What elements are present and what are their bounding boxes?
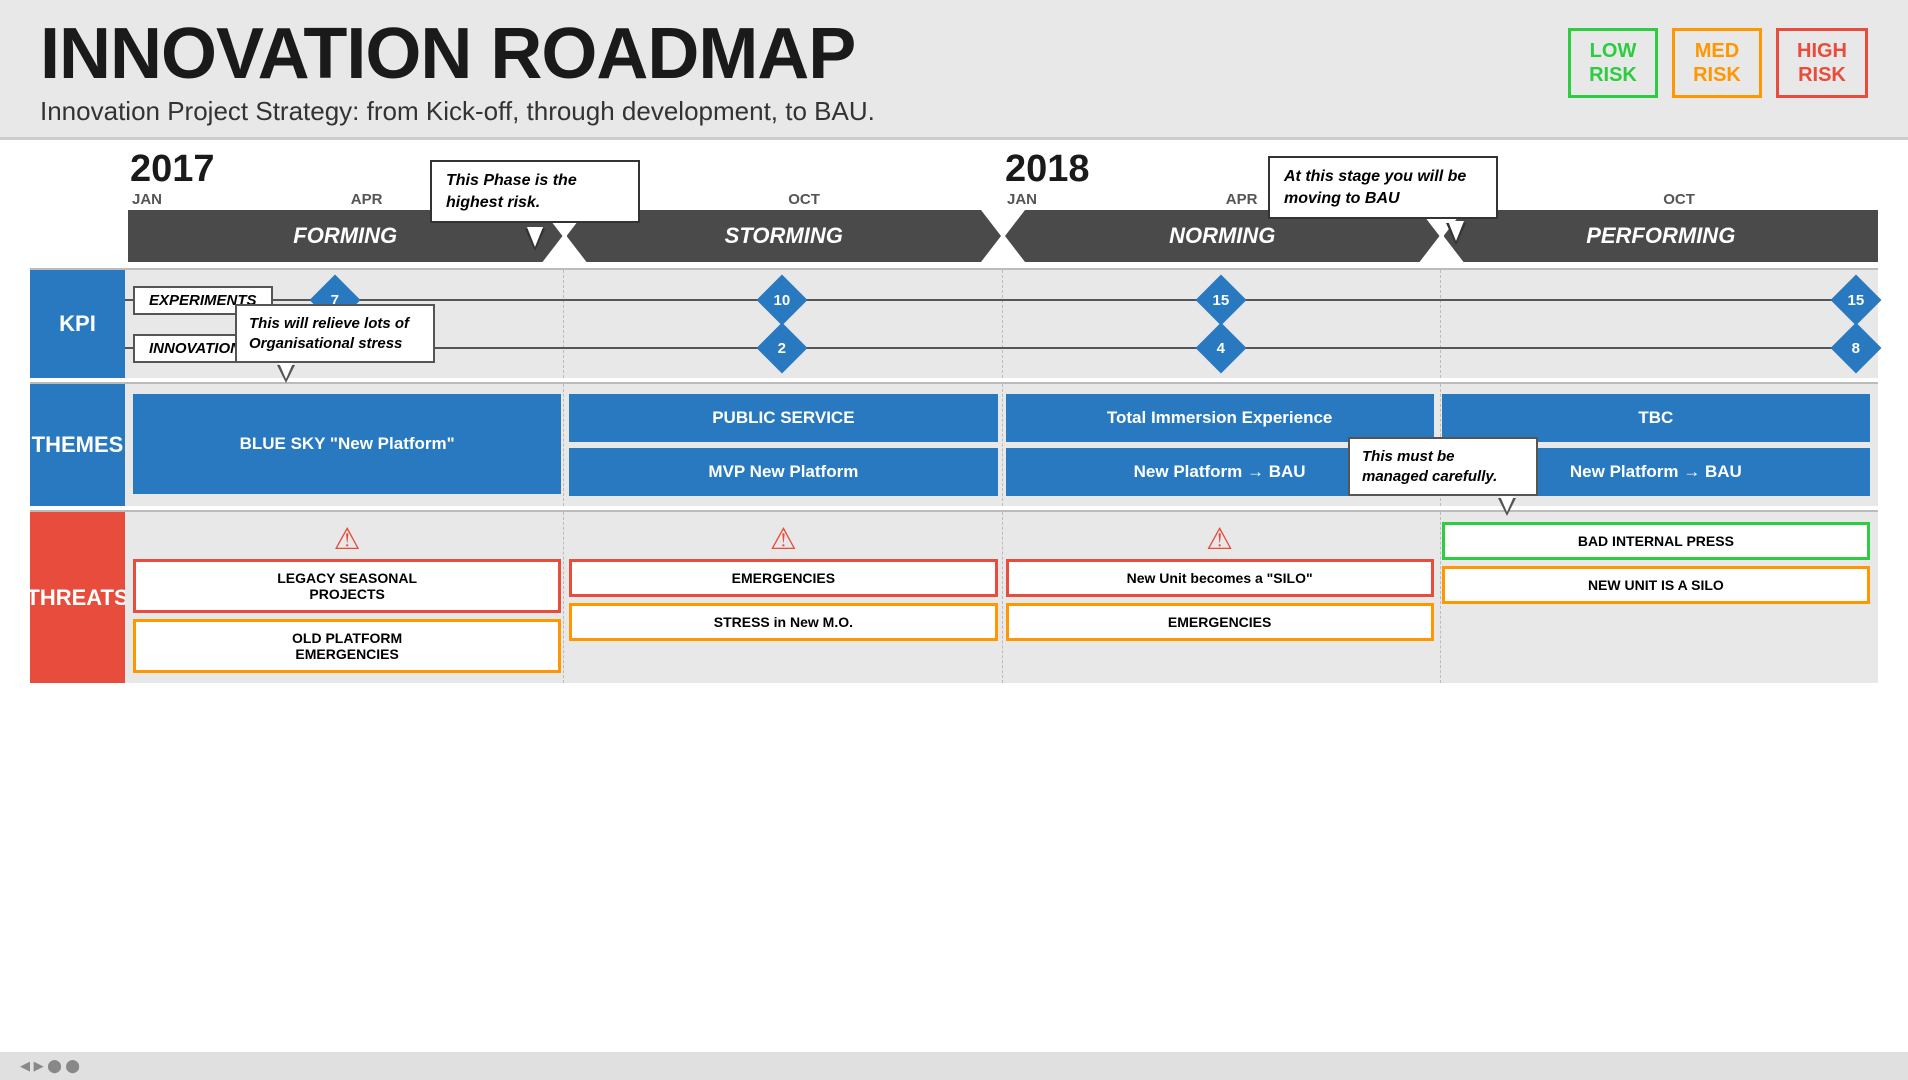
kpi-diamond-8: 8 bbox=[1831, 323, 1882, 374]
themes-col-1: BLUE SKY "New Platform" bbox=[133, 394, 561, 496]
threats-label: THREATS bbox=[30, 512, 125, 683]
themes-content: This will relieve lots of Organisational… bbox=[125, 384, 1878, 506]
threat-bad-press: BAD INTERNAL PRESS bbox=[1442, 522, 1870, 560]
threats-content: This must be managed carefully. ⚠ LEGACY… bbox=[125, 512, 1878, 683]
themes-label: THEMES bbox=[30, 384, 125, 506]
threats-col-2: ⚠ EMERGENCIES STRESS in New M.O. bbox=[569, 522, 997, 673]
kpi-diamond-15a: 15 bbox=[1195, 275, 1246, 326]
kpi-diamond-10: 10 bbox=[757, 275, 808, 326]
month-oct1: OCT bbox=[784, 191, 1003, 208]
threat-silo-2: NEW UNIT IS A SILO bbox=[1442, 566, 1870, 604]
years-row: 2017 2018 bbox=[128, 148, 1878, 191]
themes-section: THEMES This will relieve lots of Organis… bbox=[30, 382, 1878, 506]
themes-col-2: PUBLIC SERVICE MVP New Platform bbox=[569, 394, 997, 496]
threat-old-platform: OLD PLATFORMEMERGENCIES bbox=[133, 619, 561, 673]
month-jan2: JAN bbox=[1003, 191, 1222, 208]
bottom-text: ◀ ▶ ⬤ ⬤ bbox=[20, 1058, 80, 1074]
slide: INNOVATION ROADMAP Innovation Project St… bbox=[0, 0, 1908, 1080]
threats-col-3: ⚠ New Unit becomes a "SILO" EMERGENCIES bbox=[1006, 522, 1434, 673]
phase-performing: PERFORMING bbox=[1444, 210, 1879, 262]
threat-icon-1: ⚠ LEGACY SEASONALPROJECTS bbox=[133, 522, 561, 613]
threat-stress: STRESS in New M.O. bbox=[569, 603, 997, 641]
threats-col-4: BAD INTERNAL PRESS NEW UNIT IS A SILO bbox=[1442, 522, 1870, 673]
risk-badges: LOWRISK MEDRISK HIGHRISK bbox=[1568, 28, 1868, 98]
month-oct2: OCT bbox=[1659, 191, 1878, 208]
kpi-diamond-4: 4 bbox=[1195, 323, 1246, 374]
threats-section: THREATS This must be managed carefully. bbox=[30, 510, 1878, 683]
callout-moving-to-bau: At this stage you will be moving to BAU bbox=[1268, 156, 1498, 219]
months-row: JAN APR JUL OCT JAN APR JUL OCT bbox=[128, 191, 1878, 208]
theme-public-service: PUBLIC SERVICE bbox=[569, 394, 997, 442]
month-jan1: JAN bbox=[128, 191, 347, 208]
theme-tbc: TBC bbox=[1442, 394, 1870, 442]
threat-silo-1: New Unit becomes a "SILO" bbox=[1006, 559, 1434, 597]
threats-col-1: ⚠ LEGACY SEASONALPROJECTS OLD PLATFORMEM… bbox=[133, 522, 561, 673]
kpi-diamond-15b: 15 bbox=[1831, 275, 1882, 326]
phase-bar: FORMING STORMING NORMING PERFORMING bbox=[128, 210, 1878, 262]
header: INNOVATION ROADMAP Innovation Project St… bbox=[0, 0, 1908, 140]
threat-emergencies-2: EMERGENCIES bbox=[1006, 603, 1434, 641]
header-left: INNOVATION ROADMAP Innovation Project St… bbox=[40, 18, 875, 127]
themes-callout: This will relieve lots of Organisational… bbox=[235, 304, 435, 363]
kpi-diamond-2: 2 bbox=[757, 323, 808, 374]
theme-mvp: MVP New Platform bbox=[569, 448, 997, 496]
callout-highest-risk: This Phase is the highest risk. bbox=[430, 160, 640, 223]
threat-legacy: LEGACY SEASONALPROJECTS bbox=[133, 559, 561, 613]
theme-total-immersion: Total Immersion Experience bbox=[1006, 394, 1434, 442]
risk-high-badge: HIGHRISK bbox=[1776, 28, 1868, 98]
main-title: INNOVATION ROADMAP bbox=[40, 18, 875, 90]
threats-callout: This must be managed carefully. bbox=[1348, 437, 1538, 496]
subtitle: Innovation Project Strategy: from Kick-o… bbox=[40, 96, 875, 127]
risk-med-badge: MEDRISK bbox=[1672, 28, 1762, 98]
risk-low-badge: LOWRISK bbox=[1568, 28, 1658, 98]
bottom-bar: ◀ ▶ ⬤ ⬤ bbox=[0, 1052, 1908, 1080]
threat-emergencies-1: EMERGENCIES bbox=[569, 559, 997, 597]
theme-blue-sky: BLUE SKY "New Platform" bbox=[133, 394, 561, 494]
kpi-label: KPI bbox=[30, 270, 125, 378]
